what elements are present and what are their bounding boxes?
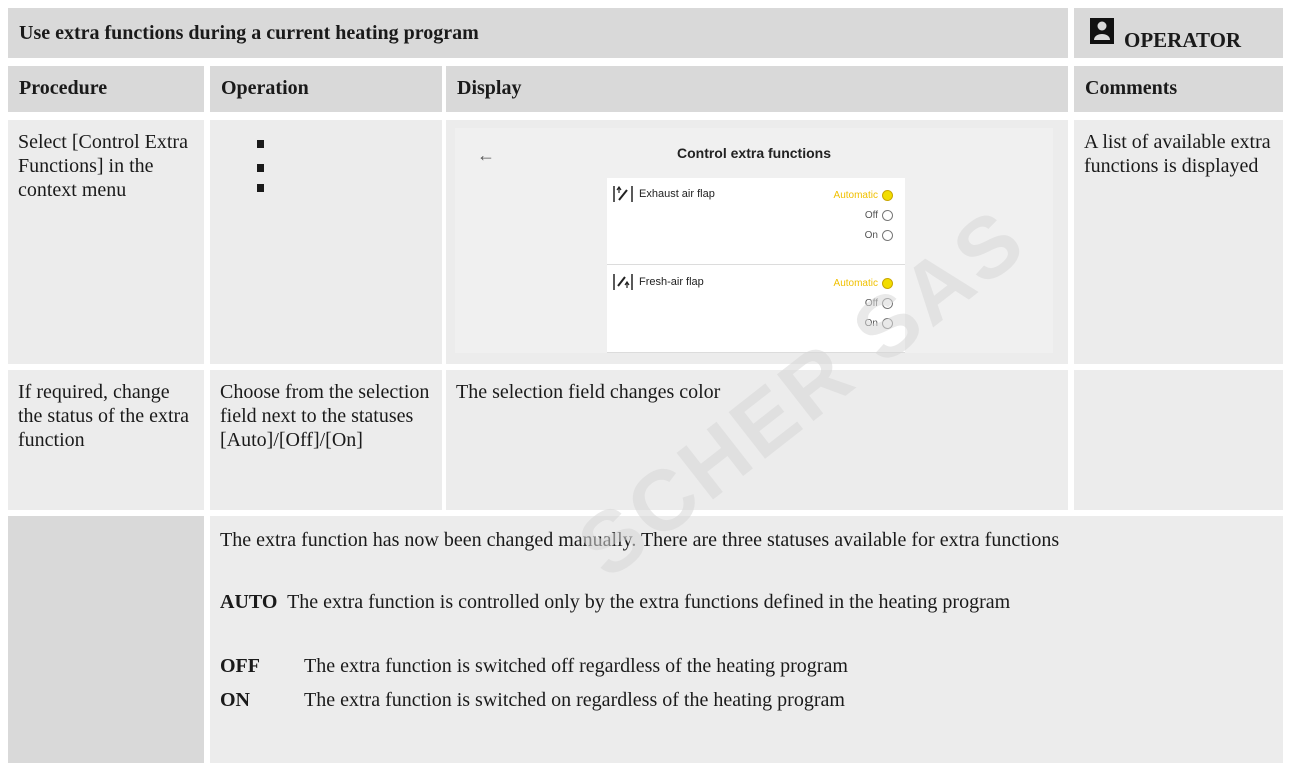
option-automatic[interactable]: Automatic (834, 278, 893, 289)
extra-functions-list: Exhaust air flap Automatic Off On Fresh-… (607, 178, 905, 353)
radio-selected[interactable] (882, 278, 893, 289)
radio-unselected[interactable] (882, 230, 893, 241)
note-intro: The extra function has now been changed … (220, 529, 1060, 551)
extra-function-name: Exhaust air flap (639, 188, 715, 200)
status-description: The extra function is switched off regar… (304, 655, 848, 677)
extra-function-fresh-air-flap: Fresh-air flap Automatic Off On (607, 266, 905, 351)
status-off-line: OFF The extra function is switched off re… (220, 654, 848, 678)
radio-selected[interactable] (882, 190, 893, 201)
status-description: The extra function is switched on regard… (304, 689, 845, 711)
status-auto-line: AUTO The extra function is controlled on… (220, 590, 1260, 614)
extra-function-exhaust-air-flap: Exhaust air flap Automatic Off On (607, 178, 905, 263)
radio-unselected[interactable] (882, 318, 893, 329)
control-extra-functions-screenshot: ← Control extra functions Exhaust air fl… (455, 128, 1053, 353)
extra-function-name: Fresh-air flap (639, 276, 704, 288)
radio-unselected[interactable] (882, 298, 893, 309)
role-label: OPERATOR (1124, 28, 1242, 52)
fresh-air-flap-icon (613, 274, 633, 290)
status-description: The extra function is controlled only by… (287, 591, 1011, 613)
option-off[interactable]: Off (865, 210, 893, 221)
row1-operation (210, 120, 442, 364)
row1-procedure: Select [Control Extra Functions] in the … (8, 120, 204, 364)
status-key: ON (220, 689, 250, 711)
row1-display: ← Control extra functions Exhaust air fl… (446, 120, 1068, 364)
status-on-line: ON The extra function is switched on rega… (220, 688, 845, 712)
list-divider (607, 352, 905, 353)
screen-title: Control extra functions (676, 145, 831, 161)
table-title-cell: Use extra functions during a current hea… (8, 8, 1068, 58)
table-title: Use extra functions during a current hea… (19, 22, 479, 44)
column-header-comments: Comments (1074, 66, 1283, 112)
radio-unselected[interactable] (882, 210, 893, 221)
status-key: OFF (220, 655, 260, 677)
operator-person-icon (1090, 18, 1114, 44)
option-automatic[interactable]: Automatic (834, 190, 893, 201)
row3-procedure-empty (8, 516, 204, 763)
column-header-procedure: Procedure (8, 66, 204, 112)
row2-operation: Choose from the selection field next to … (210, 370, 442, 510)
status-key: AUTO (220, 591, 278, 613)
option-on[interactable]: On (865, 230, 893, 241)
option-on[interactable]: On (865, 318, 893, 329)
column-header-display: Display (446, 66, 1068, 112)
role-cell: OPERATOR (1074, 8, 1283, 58)
row1-comment: A list of available extra functions is d… (1074, 120, 1283, 364)
option-off[interactable]: Off (865, 298, 893, 309)
row2-comment (1074, 370, 1283, 510)
column-header-operation: Operation (210, 66, 442, 112)
row2-display: The selection field changes color (446, 370, 1068, 510)
row3-note: The extra function has now been changed … (210, 516, 1283, 763)
exhaust-air-flap-icon (613, 186, 633, 202)
list-divider (607, 264, 905, 265)
row2-procedure: If required, change the status of the ex… (8, 370, 204, 510)
